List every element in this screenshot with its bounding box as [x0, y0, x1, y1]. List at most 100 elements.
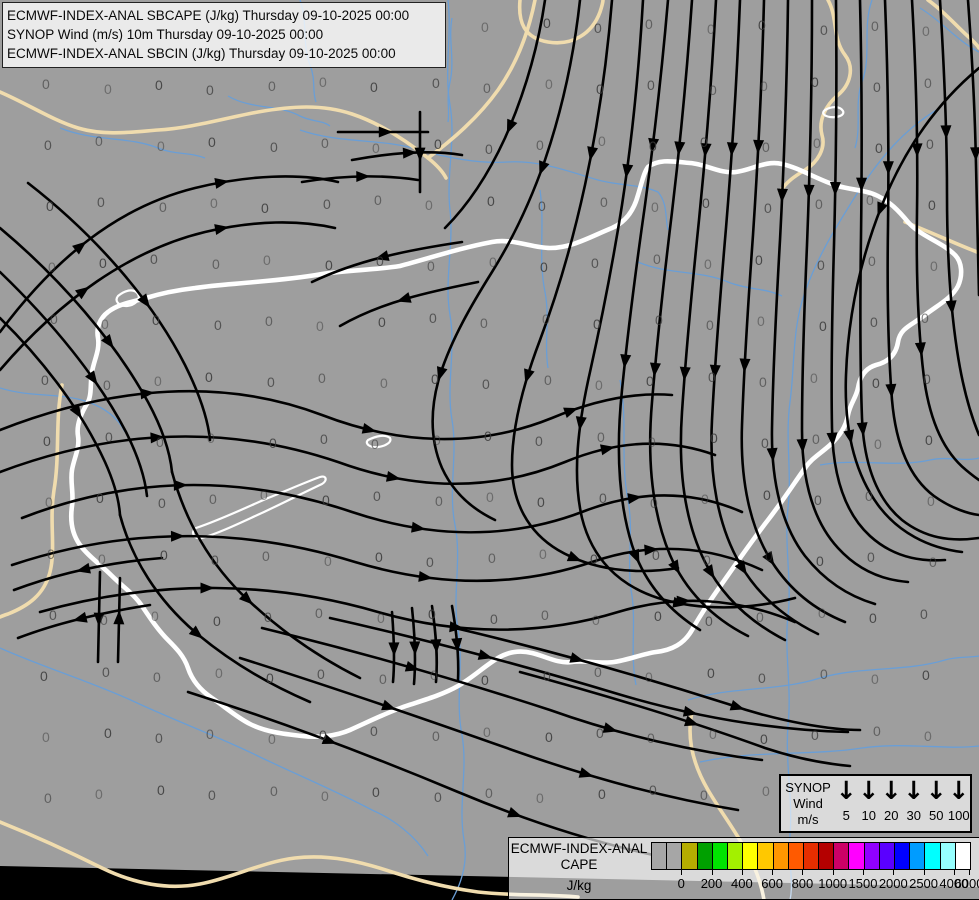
station-value: 0	[270, 139, 278, 155]
station-value: 0	[213, 613, 221, 629]
streamline-arrowhead-icon	[620, 354, 632, 369]
colorbar-cell	[667, 843, 683, 869]
station-value: 0	[318, 370, 326, 386]
station-value: 0	[319, 74, 327, 90]
station-value: 0	[379, 671, 387, 687]
streamline-arrowhead-icon	[602, 722, 618, 733]
station-value: 0	[159, 199, 167, 215]
station-value: 0	[432, 728, 440, 744]
wind-legend-title: SYNOP Wind m/s	[781, 776, 835, 831]
station-value: 0	[315, 605, 323, 621]
colorbar-cell	[652, 843, 668, 869]
streamline-arrowhead-icon	[356, 171, 371, 183]
station-value: 0	[103, 377, 111, 393]
station-value: 0	[488, 550, 496, 566]
wind-speed-column: ↓ 50	[925, 776, 948, 831]
station-value: 0	[873, 723, 881, 739]
streamline	[518, 670, 852, 768]
wind-speed-value: 20	[884, 808, 899, 823]
station-value: 0	[765, 548, 773, 564]
wind-arrow-down-icon: ↓	[880, 776, 902, 805]
station-value: 0	[99, 255, 107, 271]
river	[854, 0, 873, 149]
station-value: 0	[929, 554, 937, 570]
streamline-arrowhead-icon	[776, 188, 788, 203]
station-value: 0	[655, 312, 663, 328]
header-box: ECMWF-INDEX-ANAL SBCAPE (J/kg) Thursday …	[2, 2, 446, 68]
station-value: 0	[269, 435, 277, 451]
station-value: 0	[321, 788, 329, 804]
station-value: 0	[705, 613, 713, 629]
station-value: 0	[762, 783, 770, 799]
streamline-arrowhead-icon	[882, 161, 894, 176]
streamline-arrowhead-icon	[170, 530, 185, 542]
station-value: 0	[377, 610, 385, 626]
streamline-arrowhead-icon	[539, 160, 550, 176]
streamline	[844, 66, 979, 554]
station-value: 0	[485, 785, 493, 801]
station-value: 0	[160, 547, 168, 563]
wind-arrow-down-icon: ↓	[835, 776, 857, 805]
wind-arrow-down-icon: ↓	[948, 776, 970, 805]
station-value: 0	[100, 612, 108, 628]
station-value: 0	[700, 787, 708, 803]
wind-arrow-down-icon: ↓	[858, 776, 880, 805]
streamline	[310, 240, 464, 284]
station-value: 0	[871, 671, 879, 687]
colorbar-cell	[895, 843, 911, 869]
station-value: 0	[42, 729, 50, 745]
station-value: 0	[50, 311, 58, 327]
station-value: 0	[543, 15, 551, 31]
station-value: 0	[262, 548, 270, 564]
streamline-arrowhead-icon	[430, 639, 442, 654]
station-value: 0	[215, 665, 223, 681]
station-value: 0	[214, 317, 222, 333]
station-value: 0	[206, 82, 214, 98]
station-value: 0	[49, 607, 57, 623]
station-value: 0	[317, 666, 325, 682]
station-value: 0	[316, 318, 324, 334]
station-value: 0	[260, 487, 268, 503]
colorbar-tick	[969, 869, 970, 875]
station-value: 0	[761, 435, 769, 451]
station-value: 0	[152, 312, 160, 328]
station-value: 0	[875, 140, 883, 156]
station-value: 0	[922, 667, 930, 683]
station-value: 0	[433, 432, 441, 448]
station-value: 0	[41, 372, 49, 388]
colorbar-cell	[864, 843, 880, 869]
station-value: 0	[483, 80, 491, 96]
station-value: 0	[325, 257, 333, 273]
streamline-arrowhead-icon	[506, 118, 518, 134]
colorbar-tick	[772, 869, 774, 875]
station-value: 0	[599, 490, 607, 506]
station-value: 0	[592, 612, 600, 628]
station-value: 0	[42, 76, 50, 92]
streamline-arrowhead-icon	[739, 358, 751, 373]
station-value: 0	[760, 78, 768, 94]
wind-speed-value: 5	[842, 808, 850, 823]
wind-speed-column: ↓ 10	[858, 776, 881, 831]
station-value: 0	[487, 193, 495, 209]
station-value: 0	[430, 667, 438, 683]
station-value: 0	[926, 136, 934, 152]
station-value: 0	[537, 494, 545, 510]
colorbar-cell	[803, 843, 820, 869]
station-value: 0	[489, 254, 497, 270]
streamline	[0, 226, 174, 474]
station-value: 0	[375, 549, 383, 565]
river	[699, 745, 979, 763]
station-value: 0	[481, 19, 489, 35]
station-value: 0	[820, 666, 828, 682]
station-value: 0	[95, 133, 103, 149]
station-value: 0	[922, 23, 930, 39]
station-value: 0	[435, 493, 443, 509]
station-value: 0	[208, 787, 216, 803]
station-value: 0	[654, 608, 662, 624]
station-value: 0	[813, 135, 821, 151]
streamline	[740, 0, 847, 624]
colorbar-cell	[834, 843, 850, 869]
station-value: 0	[372, 784, 380, 800]
station-value: 0	[268, 731, 276, 747]
colorbar-cell	[758, 843, 774, 869]
